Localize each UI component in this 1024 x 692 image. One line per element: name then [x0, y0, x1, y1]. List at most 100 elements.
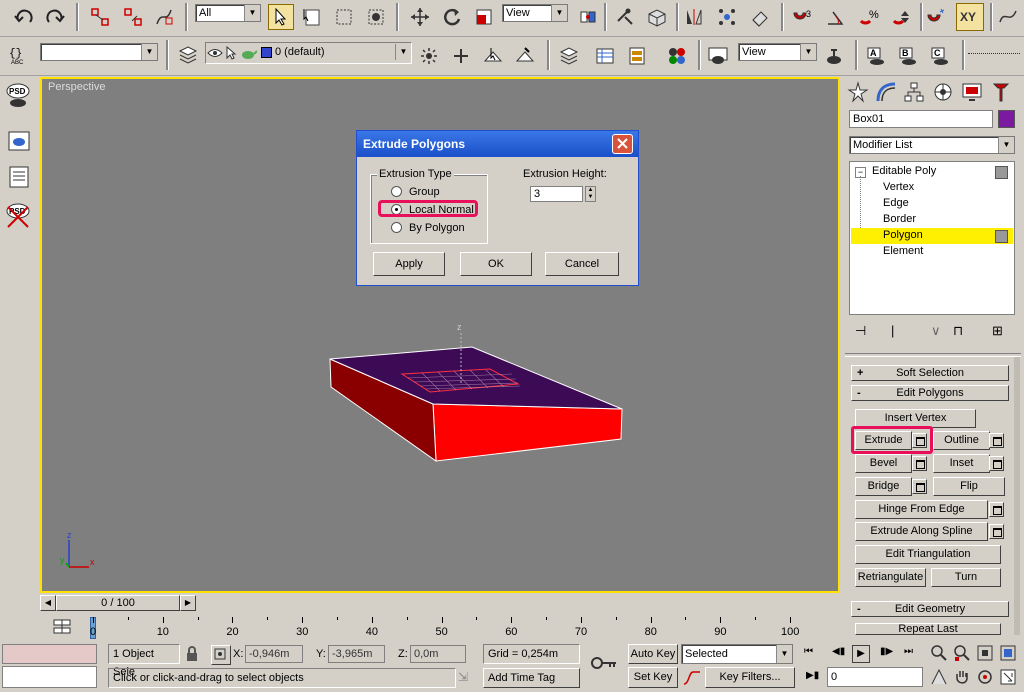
bind-spacewarp-icon[interactable]	[151, 4, 177, 30]
apply-button[interactable]: Apply	[373, 252, 445, 276]
rect-selection-icon[interactable]	[331, 4, 357, 30]
height-spinner[interactable]: ▲ ▼	[585, 186, 596, 202]
stack-polygon-toggle[interactable]	[995, 230, 1008, 243]
pivot-center-icon[interactable]	[575, 4, 601, 30]
maxscript-listener-top[interactable]	[2, 644, 97, 664]
ref-coord-dropdown[interactable]: View ▼	[502, 4, 568, 22]
psd-disabled-icon[interactable]: PSD	[5, 203, 31, 229]
x-coordinate-field[interactable]: -0,946m	[245, 645, 303, 663]
material-editor-icon[interactable]	[664, 43, 690, 69]
radio-group[interactable]	[391, 186, 402, 197]
modify-tab-icon[interactable]	[875, 81, 897, 103]
remove-modifier-icon[interactable]: ⊓	[953, 323, 971, 339]
angle-snap-icon[interactable]	[823, 4, 849, 30]
current-frame-field[interactable]: 0	[827, 667, 923, 687]
radio-by-polygon[interactable]	[391, 222, 402, 233]
key-selection-dropdown[interactable]: Selected ▼	[681, 644, 793, 664]
named-selection-sets-icon[interactable]: {} ABC	[6, 42, 32, 68]
panel-scrollbar[interactable]	[1014, 357, 1020, 635]
time-next-button[interactable]: ▶	[180, 595, 196, 611]
named-selection-magnet-icon[interactable]	[923, 4, 949, 30]
stack-item-polygon-row[interactable]	[851, 228, 1013, 244]
lock-selection-icon[interactable]	[184, 646, 200, 662]
render-view-dropdown[interactable]: View ▼	[738, 43, 817, 61]
maxscript-listener-bottom[interactable]	[2, 666, 97, 688]
zoom-all-icon[interactable]	[953, 644, 971, 662]
edit-polygons-rollout[interactable]: - Edit Polygons	[851, 385, 1009, 401]
bridge-button[interactable]: Bridge	[855, 477, 912, 496]
stack-item-element[interactable]: Element	[883, 245, 923, 257]
window-crossing-icon[interactable]	[363, 4, 389, 30]
outline-button[interactable]: Outline	[933, 431, 990, 450]
redo-icon[interactable]	[42, 4, 68, 30]
keyboard-shortcut-icon[interactable]	[644, 4, 670, 30]
object-name-input[interactable]: Box01	[849, 110, 993, 128]
hinge-settings-button[interactable]	[989, 502, 1004, 517]
select-in-layer-icon[interactable]	[480, 43, 506, 69]
repeat-last-button[interactable]: Repeat Last	[855, 623, 1001, 635]
zoom-extents-all-icon[interactable]	[999, 644, 1017, 662]
quick-render-icon[interactable]	[821, 43, 847, 69]
turn-button[interactable]: Turn	[931, 568, 1001, 587]
viewport-config-icon[interactable]	[7, 129, 31, 153]
display-tab-icon[interactable]	[961, 81, 983, 103]
object-color-swatch[interactable]	[998, 110, 1015, 128]
create-tab-icon[interactable]	[847, 81, 869, 103]
next-frame-icon[interactable]: ▮▶	[880, 646, 896, 662]
configure-sets-icon[interactable]: ⊞	[992, 323, 1010, 339]
bevel-button[interactable]: Bevel	[855, 454, 912, 473]
time-tag-icon[interactable]: ⇲	[458, 670, 476, 686]
viewport-perspective[interactable]: Perspective z z y x Extrude Polygons Ext…	[40, 77, 840, 593]
time-slider-thumb[interactable]: 0 / 100	[56, 595, 180, 611]
default-tangent-icon[interactable]	[681, 668, 703, 688]
spinner-snap-icon[interactable]	[889, 4, 915, 30]
ok-button[interactable]: OK	[460, 252, 532, 276]
bevel-settings-button[interactable]	[912, 456, 927, 471]
select-by-name-icon[interactable]	[299, 4, 325, 30]
named-selection-dropdown[interactable]: ▼	[40, 43, 158, 61]
motion-tab-icon[interactable]	[932, 81, 954, 103]
auto-key-button[interactable]: Auto Key	[628, 644, 678, 664]
align-icon[interactable]	[714, 4, 740, 30]
render-scene-icon[interactable]	[705, 43, 731, 69]
select-object-icon[interactable]	[268, 4, 294, 30]
go-to-start-icon[interactable]: ⏮	[804, 646, 820, 662]
add-to-layer-icon[interactable]	[448, 43, 474, 69]
flip-button[interactable]: Flip	[933, 477, 1005, 496]
go-to-end-icon[interactable]: ⏭	[904, 646, 920, 662]
z-coordinate-field[interactable]: 0,0m	[410, 645, 466, 663]
layers-icon[interactable]	[556, 43, 582, 69]
render-preset-c-icon[interactable]: C	[928, 43, 954, 69]
stack-item-polygon[interactable]: Polygon	[883, 229, 923, 241]
trackbar-ruler[interactable]: 0 10 20 30 40 50 60 70 80 90 100	[90, 617, 840, 639]
constraint-xy-icon[interactable]: XY	[956, 3, 984, 31]
cancel-button[interactable]: Cancel	[545, 252, 619, 276]
trackbar-icon[interactable]	[52, 617, 72, 637]
zoom-extents-icon[interactable]	[976, 644, 994, 662]
scale-icon[interactable]	[471, 4, 497, 30]
inset-settings-button[interactable]	[989, 456, 1004, 471]
select-link-icon[interactable]	[87, 4, 113, 30]
time-prev-button[interactable]: ◀	[40, 595, 56, 611]
rotate-icon[interactable]	[439, 4, 465, 30]
y-coordinate-field[interactable]: -3,965m	[328, 645, 385, 663]
undo-icon[interactable]	[11, 4, 37, 30]
bridge-settings-button[interactable]	[912, 479, 927, 494]
modifier-list-dropdown[interactable]: Modifier List ▼	[849, 136, 1015, 154]
make-unique-icon[interactable]: ∨	[931, 323, 949, 339]
pin-stack-icon[interactable]: ⊣	[855, 323, 873, 339]
edit-geometry-rollout[interactable]: - Edit Geometry	[851, 601, 1009, 617]
utilities-tab-icon[interactable]	[990, 81, 1012, 103]
stack-root-editable-poly[interactable]: Editable Poly	[872, 165, 936, 177]
inset-button[interactable]: Inset	[933, 454, 990, 473]
zoom-icon[interactable]	[930, 644, 948, 662]
maximize-viewport-icon[interactable]	[999, 668, 1017, 686]
outline-settings-button[interactable]	[989, 433, 1004, 448]
manipulate-icon[interactable]	[612, 4, 638, 30]
show-end-result-icon[interactable]: |	[891, 323, 909, 339]
key-filters-button[interactable]: Key Filters...	[705, 667, 795, 688]
track-view-icon[interactable]	[592, 43, 618, 69]
absolute-mode-icon[interactable]	[211, 645, 231, 665]
eraser-icon[interactable]	[747, 4, 773, 30]
stack-item-vertex[interactable]: Vertex	[883, 181, 914, 193]
